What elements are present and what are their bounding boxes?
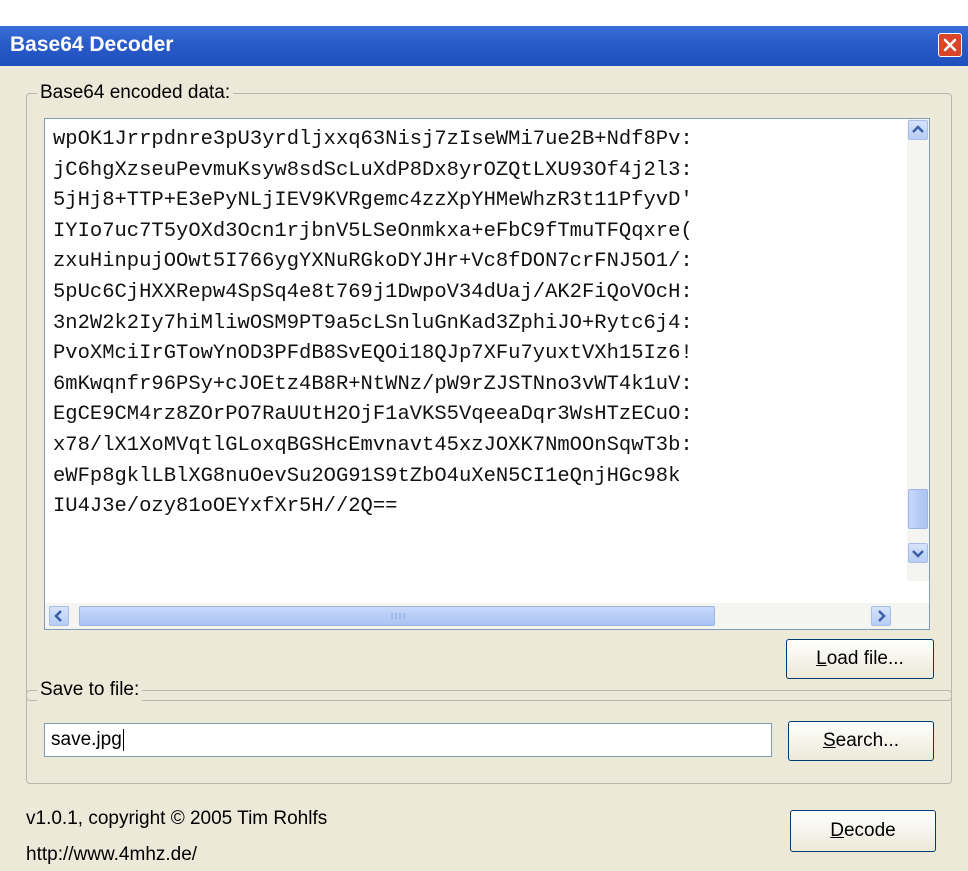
scroll-up-button[interactable] <box>908 120 928 140</box>
save-filename-value: save.jpg <box>51 729 122 750</box>
encoded-data-textarea[interactable]: wpOK1Jrrpdnre3pU3yrdljxxq63Nisj7zIseWMi7… <box>44 118 930 630</box>
encoded-data-line: eWFp8gklLBlXG8nuOevSu2OG91S9tZbO4uXeN5CI… <box>53 464 681 488</box>
website-url: http://www.4mhz.de/ <box>26 844 198 865</box>
title-bar[interactable]: Base64 Decoder <box>0 26 968 66</box>
window-title: Base64 Decoder <box>10 33 174 56</box>
encoded-data-line: IU4J3e/ozy81oOEYxfXr5H//2Q== <box>53 495 398 519</box>
save-filename-input[interactable]: save.jpg <box>44 723 772 757</box>
decode-mnemonic: D <box>830 820 844 841</box>
encoded-data-line: zxuHinpujOOwt5I766ygYXNuRGkoDYJHr+Vc8fDO… <box>53 250 693 274</box>
encoded-data-line: wpOK1Jrrpdnre3pU3yrdljxxq63Nisj7zIseWMi7… <box>53 128 693 151</box>
chevron-down-icon <box>912 550 924 558</box>
encoded-data-line: IYIo7uc7T5yOXd3Ocn1rjbnV5LSeOnmkxa+eFbC9… <box>53 219 693 243</box>
grip-icon <box>391 613 405 619</box>
close-icon <box>943 38 957 52</box>
load-file-mnemonic: L <box>816 648 827 669</box>
load-file-label: oad file... <box>826 648 904 669</box>
encoded-data-line: jC6hgXzseuPevmuKsyw8sdScLuXdP8Dx8yrOZQtL… <box>53 158 693 182</box>
encoded-data-line: 5jHj8+TTP+E3ePyNLjIEV9KVRgemc4zzXpYHMeWh… <box>53 189 693 213</box>
base64-decoder-window: Base64 Decoder Base64 encoded data: wpOK… <box>0 26 968 871</box>
save-to-file-label: Save to file: <box>37 679 143 701</box>
search-mnemonic: S <box>822 730 836 751</box>
chevron-right-icon <box>878 610 886 622</box>
horizontal-scrollbar[interactable] <box>45 603 929 629</box>
search-button[interactable]: Search... <box>788 721 934 761</box>
chevron-up-icon <box>912 125 924 133</box>
copyright-text: v1.0.1, copyright © 2005 Tim Rohlfs <box>26 808 328 829</box>
vertical-scroll-thumb[interactable] <box>908 489 928 529</box>
encoded-data-line: x78/lX1XoMVqtlGLoxqBGSHcEmvnavt45xzJOXK7… <box>53 433 693 457</box>
load-file-button[interactable]: Load file... <box>786 639 934 679</box>
scroll-right-button[interactable] <box>871 606 891 626</box>
encoded-data-line: EgCE9CM4rz8ZOrPO7RaUUtH2OjF1aVKS5VqeeaDq… <box>53 403 693 427</box>
close-button[interactable] <box>938 33 962 57</box>
search-label: earch... <box>835 730 900 751</box>
vertical-scrollbar[interactable] <box>907 119 929 581</box>
encoded-data-line: 3n2W2k2Iy7hiMliwOSM9PT9a5cLSnluGnKad3Zph… <box>53 311 693 335</box>
scroll-left-button[interactable] <box>49 606 69 626</box>
encoded-data-line: PvoXMciIrGTowYnOD3PFdB8SvEQOi18QJp7XFu7y… <box>53 342 693 366</box>
decode-label: ecode <box>843 820 896 841</box>
decode-button[interactable]: Decode <box>790 810 936 852</box>
encoded-data-line: 6mKwqnfr96PSy+cJOEtz4B8R+NtWNz/pW9rZJSTN… <box>53 372 693 396</box>
scroll-down-button[interactable] <box>908 543 928 563</box>
horizontal-scroll-thumb[interactable] <box>79 606 715 626</box>
encoded-data-line: 5pUc6CjHXXRepw4SpSq4e8t769j1DwpoV34dUaj/… <box>53 280 693 304</box>
encoded-data-text: wpOK1Jrrpdnre3pU3yrdljxxq63Nisj7zIseWMi7… <box>53 125 905 523</box>
chevron-left-icon <box>54 610 62 622</box>
encoded-data-label: Base64 encoded data: <box>37 82 234 104</box>
text-caret <box>122 728 124 751</box>
